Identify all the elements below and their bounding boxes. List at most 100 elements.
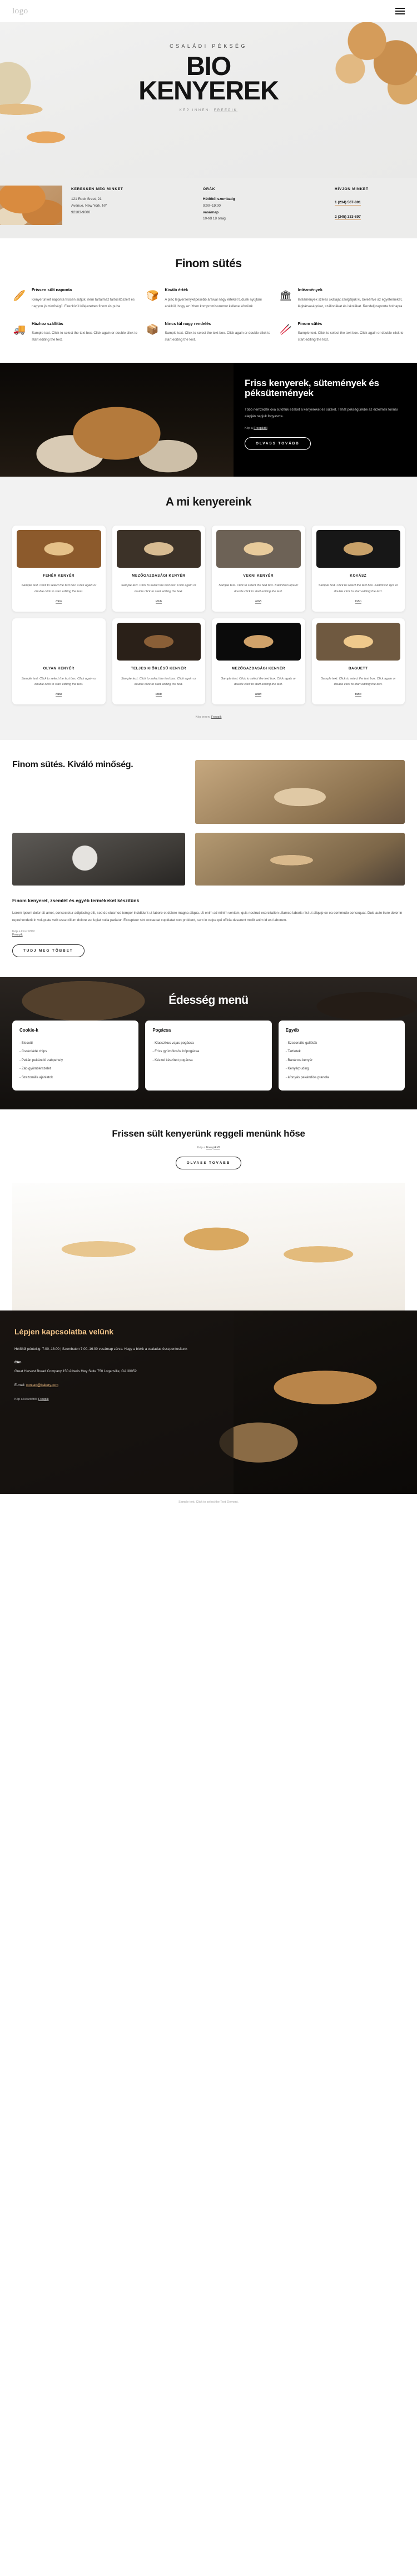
credit-link[interactable]: Freepiktől <box>254 427 267 430</box>
cta-email-link[interactable]: contact@bakery.com <box>26 1383 58 1387</box>
product-more-link[interactable]: több <box>355 693 361 697</box>
page-root: logo CSALÁDI PÉKSÉG BIO KENYEREK KÉP INN… <box>0 0 417 1512</box>
product-image <box>116 622 201 661</box>
read-more-button[interactable]: OLVASS TOVÁBB <box>245 437 311 450</box>
menu-card-heading: Egyéb <box>285 1027 299 1033</box>
product-image <box>17 529 101 568</box>
hero-section: CSALÁDI PÉKSÉG BIO KENYEREK KÉP INNEN: F… <box>0 22 417 178</box>
steaming-bread-icon: 🍞 <box>146 289 159 301</box>
menu-item: - Csokoládé chips <box>19 1049 47 1054</box>
product-more-link[interactable]: több <box>355 600 361 604</box>
credit-prefix: Kép a <box>197 1146 206 1149</box>
hamburger-menu-icon[interactable] <box>395 8 405 14</box>
contact-hours-line: Hétfőtől szombatig <box>203 197 235 201</box>
product-name: MEZŐGAZDASÁGI KENYÉR <box>132 573 186 578</box>
credit-prefix: Kép a készítőtől: <box>14 1398 38 1402</box>
contact-bar-image <box>0 186 62 225</box>
feature-card: 📦 Nincs túl nagy rendelés Sample text. Cli… <box>145 321 270 344</box>
product-more-link[interactable]: több <box>255 693 262 697</box>
menu-card-heading: Cookie-k <box>19 1027 38 1033</box>
product-image <box>116 529 201 568</box>
site-logo[interactable]: logo <box>12 7 28 16</box>
product-card[interactable]: FEHÉR KENYÉR Sample text. Click to select… <box>12 525 106 612</box>
contact-col-phone: HÍVJON MINKET 1 (234) 567-891 2 (345) 33… <box>335 187 407 225</box>
menu-item: - Kenyérpuding <box>285 1067 309 1071</box>
product-description: Sample text. Click to select the text bo… <box>219 584 299 594</box>
cta-hours: Hétfőtől péntekig: 7:00–18:00 | Szombato… <box>14 1347 187 1352</box>
feature-text: Sample text. Click to select the text bo… <box>165 331 271 342</box>
product-name: VEKNI KENYÉR <box>243 573 274 578</box>
product-image <box>216 622 301 661</box>
product-more-link[interactable]: több <box>255 600 262 604</box>
contact-phone-2[interactable]: 2 (345) 333-897 <box>335 215 361 220</box>
breakfast-image <box>12 1182 405 1310</box>
menu-item: - Szezonális ajánlatok <box>19 1075 53 1079</box>
credit-link[interactable]: Freepik <box>211 716 222 719</box>
dark-banner-text: Több nemzedék óva sütöttük ezeket a keny… <box>245 407 398 419</box>
dark-banner-image <box>0 362 234 477</box>
product-image <box>316 529 400 568</box>
product-name: FEHÉR KENYÉR <box>43 573 75 578</box>
feature-text: Kenyerünket naponta frissen sütjük, nem … <box>32 297 135 308</box>
product-more-link[interactable]: több <box>155 693 162 697</box>
hero-kicker: CSALÁDI PÉKSÉG <box>170 43 247 49</box>
product-card[interactable]: MEZŐGAZDASÁGI KENYÉR Sample text. Click t… <box>212 618 305 705</box>
contact-col-address: KERESSEN MEG MINKET 121 Rock Sreet, 21 A… <box>71 187 197 225</box>
cta-email-label: E-mail: <box>14 1383 26 1388</box>
hero-image-credit: KÉP INNEN: FREEPIK <box>0 109 417 112</box>
hero-title: BIO KENYEREK <box>0 53 417 106</box>
dark-banner-credit: Kép a Freepiktől <box>245 427 404 430</box>
breakfast-read-more-button[interactable]: OLVASS TOVÁBB <box>175 1156 242 1169</box>
features-grid: 🥖 Frissen sült naponta Kenyerünket naponta… <box>12 287 405 344</box>
credit-link[interactable]: Freepiktől <box>206 1146 220 1149</box>
contact-bar: KERESSEN MEG MINKET 121 Rock Sreet, 21 A… <box>0 178 417 238</box>
hero-credit-prefix: KÉP INNEN: <box>179 109 212 113</box>
product-description: Sample text. Click to select the text bo… <box>318 584 398 594</box>
about-paragraph: Lorem ipsum dolor sit amet, consectetur … <box>12 911 403 923</box>
credit-link[interactable]: Freepik <box>38 1398 49 1401</box>
cta-email-row: E-mail: contact@bakery.com <box>14 1382 219 1389</box>
contact-address-line: Avenue, New York, NY <box>71 203 107 208</box>
product-description: Sample text. Click to select the text bo… <box>121 677 196 687</box>
product-card[interactable]: OLYAN KENYÉR Sample text. Click to select… <box>12 618 106 705</box>
product-card[interactable]: BAGUETT Sample text. Click to select the … <box>311 618 405 705</box>
feature-card: 🥢 Finom sütés Sample text. Click to select… <box>279 321 404 344</box>
product-description: Sample text. Click to select the text bo… <box>21 584 97 594</box>
breakfast-credit: Kép a Freepiktől <box>12 1146 405 1149</box>
products-grid: FEHÉR KENYÉR Sample text. Click to select… <box>12 525 405 705</box>
about-image-bread <box>195 760 405 824</box>
product-name: BAGUETT <box>348 666 368 671</box>
product-more-link[interactable]: több <box>155 600 162 604</box>
contact-phone-heading: HÍVJON MINKET <box>335 187 369 191</box>
menu-item: - Banános kenyér <box>285 1058 313 1062</box>
feature-heading: Finom sütés <box>297 321 322 326</box>
about-credit: Kép a készítőtől: Freepik <box>12 930 405 937</box>
product-description: Sample text. Click to select the text bo… <box>121 584 196 594</box>
menu-item: - Klasszikus vajas pogácsa <box>152 1041 194 1045</box>
menu-card-heading: Pogácsa <box>152 1027 171 1033</box>
features-title: Finom sütés <box>175 257 242 270</box>
learn-more-button[interactable]: TUDJ MEG TÖBBET <box>12 944 85 957</box>
breakfast-section: Frissen sült kenyerünk reggeli menünk hő… <box>0 1109 417 1310</box>
product-description: Sample text. Click to select the text bo… <box>21 677 97 687</box>
hero-title-line2: KENYEREK <box>138 76 279 106</box>
feature-text: Sample text. Click to select the text bo… <box>32 331 137 342</box>
product-card[interactable]: KOVÁSZ Sample text. Click to select the t… <box>311 525 405 612</box>
contact-phone-1[interactable]: 1 (234) 567-891 <box>335 201 361 206</box>
about-heading: Finom sütés. Kiváló minőség. <box>12 760 133 770</box>
product-card[interactable]: TELJES KIŐRLÉSŰ KENYÉR Sample text. Click… <box>112 618 205 705</box>
product-name: KOVÁSZ <box>350 573 367 578</box>
product-card[interactable]: MEZŐGAZDASÁGI KENYÉR Sample text. Click t… <box>112 525 205 612</box>
product-card[interactable]: VEKNI KENYÉR Sample text. Click to select… <box>212 525 305 612</box>
feature-text: Sample text. Click to select the text bo… <box>297 331 404 342</box>
hero-credit-link[interactable]: FREEPIK <box>214 109 237 112</box>
about-subheading: Finom kenyeret, zsemlét és egyéb terméke… <box>12 898 140 904</box>
product-more-link[interactable]: több <box>56 600 62 604</box>
product-more-link[interactable]: több <box>56 693 62 697</box>
credit-link[interactable]: Freepik <box>12 933 23 937</box>
feature-heading: Intézmények <box>297 287 323 292</box>
feature-heading: Kiváló érték <box>165 287 188 292</box>
cta-credit: Kép a készítőtől: Freepik <box>14 1398 219 1401</box>
features-section: Finom sütés 🥖 Frissen sült naponta Kenyerü… <box>0 238 417 363</box>
dessert-menu-section: Édesség menü Cookie-k - Biscotti - Csokolá… <box>0 977 417 1110</box>
